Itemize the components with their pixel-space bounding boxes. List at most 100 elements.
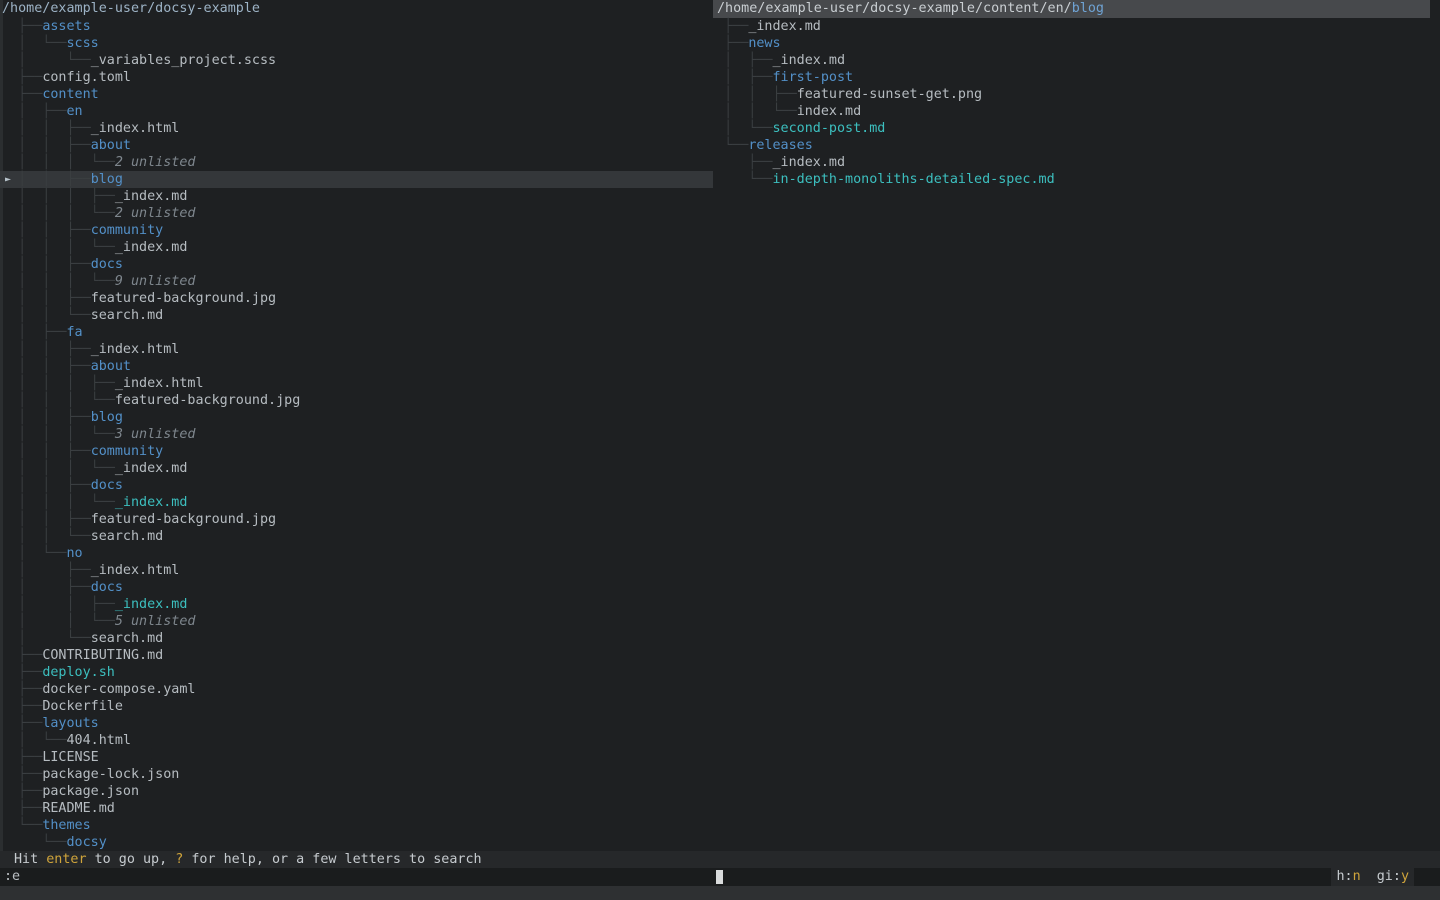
- tree-row-about[interactable]: │ │ ├──about: [0, 137, 713, 154]
- flag-value-gi: y: [1401, 869, 1409, 884]
- tree-row-config-toml[interactable]: ├──config.toml: [0, 69, 713, 86]
- tree-row-layouts[interactable]: ├──layouts: [0, 715, 713, 732]
- tree-row-search-md[interactable]: │ │ └──search.md: [0, 528, 713, 545]
- tree-row-featured-sunset-get-png[interactable]: │ │ ├──featured-sunset-get.png: [706, 86, 1440, 103]
- tree-branch-lines: │ │ ├──: [2, 410, 91, 425]
- tree-row-featured-background-jpg[interactable]: │ │ ├──featured-background.jpg: [0, 511, 713, 528]
- tree-row-5-unlisted[interactable]: │ │ └──5 unlisted: [0, 613, 713, 630]
- tree-row-blog[interactable]: ► │ │ ├──blog: [0, 171, 713, 188]
- tree-row-second-post-md[interactable]: │ └──second-post.md: [706, 120, 1440, 137]
- tree-row-blog[interactable]: │ │ ├──blog: [0, 409, 713, 426]
- tree-row-license[interactable]: ├──LICENSE: [0, 749, 713, 766]
- tree-row-search-md[interactable]: │ └──search.md: [0, 630, 713, 647]
- tree-row--index-md[interactable]: │ │ │ └──_index.md: [0, 494, 713, 511]
- tree-row-9-unlisted[interactable]: │ │ │ └──9 unlisted: [0, 273, 713, 290]
- tree-row--index-html[interactable]: │ │ ├──_index.html: [0, 341, 713, 358]
- entry-name: second-post.md: [773, 121, 886, 136]
- entry-name: package.json: [42, 784, 139, 799]
- tree-row-featured-background-jpg[interactable]: │ │ ├──featured-background.jpg: [0, 290, 713, 307]
- tree-row-no[interactable]: │ └──no: [0, 545, 713, 562]
- tree-row--index-md[interactable]: │ │ ├──_index.md: [0, 596, 713, 613]
- entry-name: search.md: [91, 308, 164, 323]
- tree-row-docker-compose-yaml[interactable]: ├──docker-compose.yaml: [0, 681, 713, 698]
- entry-name: _index.html: [115, 376, 204, 391]
- tree-row--variables-project-scss[interactable]: │ └──_variables_project.scss: [0, 52, 713, 69]
- tree-row-in-depth-monoliths-detailed-spec-md[interactable]: └──in-depth-monoliths-detailed-spec.md: [706, 171, 1440, 188]
- tree-row--index-md[interactable]: │ ├──_index.md: [706, 52, 1440, 69]
- tree-branch-lines: │ │ │ └──: [2, 427, 115, 442]
- tree-row-package-lock-json[interactable]: ├──package-lock.json: [0, 766, 713, 783]
- tree-row-first-post[interactable]: │ ├──first-post: [706, 69, 1440, 86]
- tree-branch-lines: │ ├──: [2, 580, 91, 595]
- tree-row-docs[interactable]: │ │ ├──docs: [0, 477, 713, 494]
- tree-row-3-unlisted[interactable]: │ │ │ └──3 unlisted: [0, 426, 713, 443]
- tree-branch-lines: ├──: [708, 36, 748, 51]
- tree-row-readme-md[interactable]: ├──README.md: [0, 800, 713, 817]
- entry-name: layouts: [42, 716, 98, 731]
- tree-row-deploy-sh[interactable]: ├──deploy.sh: [0, 664, 713, 681]
- entry-name: search.md: [91, 631, 164, 646]
- entry-name: _index.html: [91, 121, 180, 136]
- tree-row-themes[interactable]: └──themes: [0, 817, 713, 834]
- tree-row--index-md[interactable]: ├──_index.md: [706, 18, 1440, 35]
- tree-branch-lines: └──: [708, 138, 748, 153]
- tree-branch-lines: │ │ ├──: [708, 87, 797, 102]
- tree-row--index-md[interactable]: │ │ │ ├──_index.md: [0, 188, 713, 205]
- tree-branch-lines: │ │ │ ├──: [2, 189, 115, 204]
- tree-row-about[interactable]: │ │ ├──about: [0, 358, 713, 375]
- right-tree-rows: ├──_index.md ├──news │ ├──_index.md │ ├─…: [706, 18, 1440, 188]
- entry-name: first-post: [773, 70, 854, 85]
- entry-name: _index.md: [115, 240, 188, 255]
- tree-row-search-md[interactable]: │ │ └──search.md: [0, 307, 713, 324]
- entry-name: featured-background.jpg: [115, 393, 300, 408]
- tree-row-community[interactable]: │ │ ├──community: [0, 222, 713, 239]
- tree-row-releases[interactable]: └──releases: [706, 137, 1440, 154]
- entry-name: en: [67, 104, 83, 119]
- tree-row-docs[interactable]: │ │ ├──docs: [0, 256, 713, 273]
- tree-row-en[interactable]: │ ├──en: [0, 103, 713, 120]
- entry-name: in-depth-monoliths-detailed-spec.md: [773, 172, 1055, 187]
- tree-row--index-html[interactable]: │ ├──_index.html: [0, 562, 713, 579]
- tree-branch-lines: ├──: [708, 19, 748, 34]
- entry-name: content: [42, 87, 98, 102]
- status-text: to go up,: [87, 852, 176, 867]
- tree-row-index-md[interactable]: │ │ └──index.md: [706, 103, 1440, 120]
- flag-value-h: n: [1353, 869, 1361, 884]
- tree-row--index-html[interactable]: │ │ ├──_index.html: [0, 120, 713, 137]
- status-bar: Hit enter to go up, ? for help, or a few…: [0, 851, 1440, 868]
- entry-name: deploy.sh: [42, 665, 115, 680]
- tree-branch-lines: └──: [2, 835, 67, 850]
- tree-row--index-md[interactable]: │ │ │ └──_index.md: [0, 239, 713, 256]
- tree-row-fa[interactable]: │ ├──fa: [0, 324, 713, 341]
- status-text: Hit: [14, 852, 46, 867]
- tree-row-featured-background-jpg[interactable]: │ │ │ └──featured-background.jpg: [0, 392, 713, 409]
- entry-name: _index.html: [91, 563, 180, 578]
- tree-row-assets[interactable]: ├──assets: [0, 18, 713, 35]
- tree-branch-lines: │ │ │ ├──: [2, 376, 115, 391]
- tree-branch-lines: │ │ └──: [2, 614, 115, 629]
- tree-row-docs[interactable]: │ ├──docs: [0, 579, 713, 596]
- tree-row--index-md[interactable]: │ │ │ └──_index.md: [0, 460, 713, 477]
- tree-row-package-json[interactable]: ├──package.json: [0, 783, 713, 800]
- tree-row-docsy[interactable]: └──docsy: [0, 834, 713, 851]
- entry-name: about: [91, 138, 131, 153]
- tree-row-scss[interactable]: │ └──scss: [0, 35, 713, 52]
- tree-row-community[interactable]: │ │ ├──community: [0, 443, 713, 460]
- entry-name: docs: [91, 478, 123, 493]
- tree-row-contributing-md[interactable]: ├──CONTRIBUTING.md: [0, 647, 713, 664]
- tree-row-2-unlisted[interactable]: │ │ │ └──2 unlisted: [0, 154, 713, 171]
- tree-branch-lines: ├──: [2, 19, 42, 34]
- tree-row--index-md[interactable]: ├──_index.md: [706, 154, 1440, 171]
- tree-row-dockerfile[interactable]: ├──Dockerfile: [0, 698, 713, 715]
- tree-branch-lines: ├──: [2, 784, 42, 799]
- flag-label-gi: gi:: [1361, 869, 1401, 884]
- tree-branch-lines: │ │ ├──: [2, 172, 91, 187]
- tree-row--index-html[interactable]: │ │ │ ├──_index.html: [0, 375, 713, 392]
- tree-branch-lines: │ └──: [2, 36, 67, 51]
- tree-branch-lines: │ │ │ └──: [2, 393, 115, 408]
- tree-row-2-unlisted[interactable]: │ │ │ └──2 unlisted: [0, 205, 713, 222]
- tree-row-content[interactable]: ├──content: [0, 86, 713, 103]
- tree-row-news[interactable]: ├──news: [706, 35, 1440, 52]
- tree-row-404-html[interactable]: │ └──404.html: [0, 732, 713, 749]
- entry-name: _index.md: [748, 19, 821, 34]
